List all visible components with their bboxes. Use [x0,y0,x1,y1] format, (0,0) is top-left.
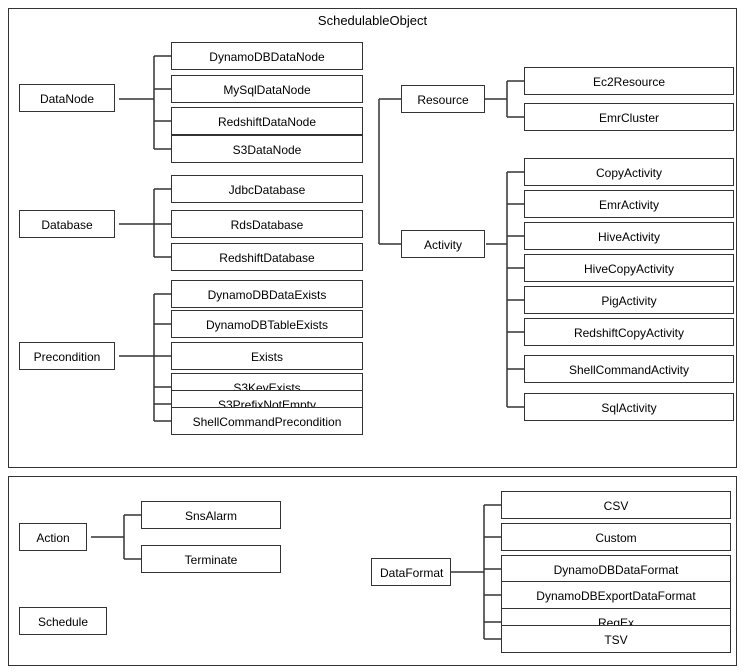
datanode-box: DataNode [19,84,115,112]
redshift-database-box: RedshiftDatabase [171,243,363,271]
hive-copy-activity-box: HiveCopyActivity [524,254,734,282]
precondition-box: Precondition [19,342,115,370]
shell-command-precondition-box: ShellCommandPrecondition [171,407,363,435]
database-box: Database [19,210,115,238]
exists-box: Exists [171,342,363,370]
emr-cluster-box: EmrCluster [524,103,734,131]
emr-activity-box: EmrActivity [524,190,734,218]
terminate-box: Terminate [141,545,281,573]
sql-activity-box: SqlActivity [524,393,734,421]
redshift-copy-activity-box: RedshiftCopyActivity [524,318,734,346]
activity-box: Activity [401,230,485,258]
schedule-box: Schedule [19,607,107,635]
hive-activity-box: HiveActivity [524,222,734,250]
diagram-container: SchedulableObject DataNode DynamoDBDataN… [0,8,745,666]
dynamo-db-data-format-box: DynamoDBDataFormat [501,555,731,583]
jdbc-database-box: JdbcDatabase [171,175,363,203]
redshift-data-node-box: RedshiftDataNode [171,107,363,135]
dynamo-db-export-data-format-box: DynamoDBExportDataFormat [501,581,731,609]
pig-activity-box: PigActivity [524,286,734,314]
shell-command-activity-box: ShellCommandActivity [524,355,734,383]
custom-box: Custom [501,523,731,551]
mysql-data-node-box: MySqlDataNode [171,75,363,103]
data-format-box: DataFormat [371,558,451,586]
s3-data-node-box: S3DataNode [171,135,363,163]
bottom-section: Action SnsAlarm Terminate Schedule DataF… [8,476,737,666]
top-section: SchedulableObject DataNode DynamoDBDataN… [8,8,737,468]
action-box: Action [19,523,87,551]
schedulable-object-label: SchedulableObject [318,13,427,28]
copy-activity-box: CopyActivity [524,158,734,186]
rds-database-box: RdsDatabase [171,210,363,238]
sns-alarm-box: SnsAlarm [141,501,281,529]
resource-box: Resource [401,85,485,113]
dynamo-db-data-exists-box: DynamoDBDataExists [171,280,363,308]
ec2-resource-box: Ec2Resource [524,67,734,95]
csv-box: CSV [501,491,731,519]
dynamo-db-data-node-box: DynamoDBDataNode [171,42,363,70]
dynamo-db-table-exists-box: DynamoDBTableExists [171,310,363,338]
tsv-box: TSV [501,625,731,653]
